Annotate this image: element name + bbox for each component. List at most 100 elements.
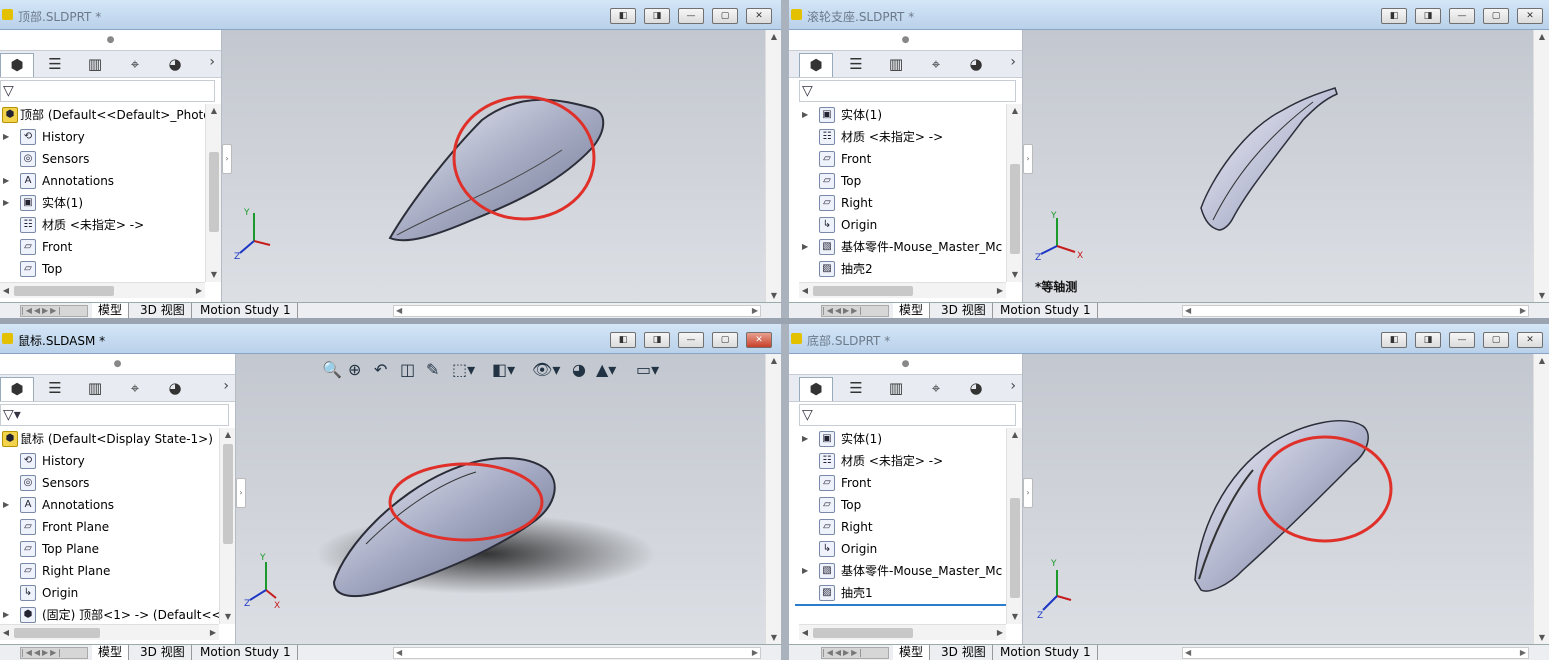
viewport-vertical-scrollbar[interactable]: ▲ ▼ — [1533, 354, 1549, 644]
tab-navigation-arrows[interactable]: |◀◀▶▶| — [20, 305, 88, 317]
graphics-viewport[interactable]: › 🔍 ⊕ ↶ ◫ ✎ ⬚▾ ◧▾ 👁▾ ◕ ▲▾ ▭▾ Y X Z — [236, 354, 765, 644]
dimxpert-tab-icon[interactable]: ⌖ — [919, 377, 953, 401]
scroll-down-arrow[interactable]: ▼ — [1007, 610, 1023, 624]
tile-left-button[interactable]: ◧ — [610, 332, 636, 348]
tree-filter[interactable]: ▽ — [799, 80, 1016, 102]
scroll-up-arrow[interactable]: ▲ — [1007, 428, 1023, 442]
tile-right-button[interactable]: ◨ — [1415, 8, 1441, 24]
tab-navigation-arrows[interactable]: |◀◀▶▶| — [821, 647, 889, 659]
scroll-down-arrow[interactable]: ▼ — [1534, 291, 1549, 300]
expand-arrow-icon[interactable]: ▶ — [3, 494, 9, 516]
tree-item[interactable]: ▱ Right — [799, 516, 1006, 538]
configurationmanager-tab-icon[interactable]: ▥ — [78, 53, 112, 77]
tree-horizontal-scrollbar[interactable]: ◀ ▶ — [0, 624, 219, 640]
expand-arrow-icon[interactable]: ▶ — [3, 192, 9, 214]
graphics-viewport[interactable]: › Y Z — [1023, 354, 1533, 644]
display-manager-tab-icon[interactable]: ◕ — [158, 377, 192, 401]
tile-left-button[interactable]: ◧ — [1381, 332, 1407, 348]
title-bar[interactable]: 顶部.SLDPRT * ◧ ◨ — ▢ ✕ — [0, 0, 781, 30]
tab-model[interactable]: 模型 — [893, 645, 931, 660]
configurationmanager-tab-icon[interactable]: ▥ — [879, 53, 913, 77]
configurationmanager-tab-icon[interactable]: ▥ — [879, 377, 913, 401]
dimxpert-tab-icon[interactable]: ⌖ — [118, 53, 152, 77]
tab-3d-view[interactable]: 3D 视图 — [935, 303, 993, 318]
tree-filter[interactable]: ▽ — [799, 404, 1016, 426]
scroll-up-arrow[interactable]: ▲ — [206, 104, 222, 118]
display-manager-tab-icon[interactable]: ◕ — [158, 53, 192, 77]
scroll-down-arrow[interactable]: ▼ — [1007, 268, 1023, 282]
viewport-horizontal-scrollbar[interactable]: ◀ ▶ — [1182, 647, 1529, 659]
tree-item[interactable]: ↳ Origin — [0, 582, 219, 604]
tab-3d-view[interactable]: 3D 视图 — [935, 645, 993, 660]
tab-motion-study[interactable]: Motion Study 1 — [994, 645, 1098, 660]
tree-insert-bar[interactable] — [795, 604, 1006, 606]
chevron-right-icon[interactable]: › — [223, 378, 229, 394]
scroll-right-arrow[interactable]: ▶ — [207, 625, 219, 641]
tree-item[interactable]: ▱ Front — [799, 148, 1006, 170]
scroll-thumb[interactable] — [223, 444, 233, 544]
tree-item[interactable]: ▶ A Annotations — [0, 170, 205, 192]
tree-vertical-scrollbar[interactable]: ▲ ▼ — [205, 104, 221, 282]
viewport-horizontal-scrollbar[interactable]: ◀ ▶ — [1182, 305, 1529, 317]
tile-right-button[interactable]: ◨ — [1415, 332, 1441, 348]
tree-item[interactable]: ☷ 材质 <未指定> -> — [799, 450, 1006, 472]
scroll-left-arrow[interactable]: ◀ — [396, 306, 402, 316]
scroll-right-arrow[interactable]: ▶ — [752, 648, 758, 658]
expand-arrow-icon[interactable]: ▶ — [802, 236, 808, 258]
scroll-down-arrow[interactable]: ▼ — [766, 291, 781, 300]
featuremanager-tab-icon[interactable]: ⬢ — [0, 377, 34, 401]
scroll-down-arrow[interactable]: ▼ — [206, 268, 222, 282]
scroll-right-arrow[interactable]: ▶ — [1520, 648, 1526, 658]
scroll-up-arrow[interactable]: ▲ — [1007, 104, 1023, 118]
tree-item[interactable]: ▱ Top — [799, 170, 1006, 192]
featuremanager-tab-icon[interactable]: ⬢ — [799, 53, 833, 77]
maximize-button[interactable]: ▢ — [1483, 332, 1509, 348]
panel-grip[interactable]: ● — [0, 354, 235, 374]
scroll-left-arrow[interactable]: ◀ — [396, 648, 402, 658]
tab-motion-study[interactable]: Motion Study 1 — [994, 303, 1098, 318]
tab-3d-view[interactable]: 3D 视图 — [134, 645, 192, 660]
dimxpert-tab-icon[interactable]: ⌖ — [118, 377, 152, 401]
tile-right-button[interactable]: ◨ — [644, 8, 670, 24]
close-button[interactable]: ✕ — [746, 332, 772, 348]
display-manager-tab-icon[interactable]: ◕ — [959, 377, 993, 401]
tree-item[interactable]: ▱ Top Plane — [0, 538, 219, 560]
propertymanager-tab-icon[interactable]: ☰ — [38, 53, 72, 77]
tree-item[interactable]: ▶ ▣ 实体(1) — [799, 428, 1006, 450]
scroll-right-arrow[interactable]: ▶ — [752, 306, 758, 316]
tree-item[interactable]: ▨ 抽壳2 — [799, 258, 1006, 280]
featuremanager-tab-icon[interactable]: ⬢ — [0, 53, 34, 77]
tree-item[interactable]: ▱ Front Plane — [0, 516, 219, 538]
scroll-up-arrow[interactable]: ▲ — [766, 356, 781, 365]
scroll-right-arrow[interactable]: ▶ — [1520, 306, 1526, 316]
tree-item[interactable]: ◎ Sensors — [0, 148, 205, 170]
tree-item[interactable]: ▶ ▣ 实体(1) — [0, 192, 205, 214]
tree-item[interactable]: ▱ Right Plane — [0, 560, 219, 582]
tree-item[interactable]: ▶ ⟲ History — [0, 126, 205, 148]
tab-model[interactable]: 模型 — [92, 645, 130, 660]
title-bar[interactable]: 鼠标.SLDASM * ◧ ◨ — ▢ ✕ — [0, 324, 781, 354]
tab-model[interactable]: 模型 — [92, 303, 130, 318]
tab-motion-study[interactable]: Motion Study 1 — [194, 645, 298, 660]
vertical-splitter[interactable] — [781, 0, 789, 660]
configurationmanager-tab-icon[interactable]: ▥ — [78, 377, 112, 401]
tree-horizontal-scrollbar[interactable]: ◀ ▶ — [0, 282, 205, 298]
tree-filter[interactable]: ▽▾ — [0, 404, 229, 426]
tile-left-button[interactable]: ◧ — [1381, 8, 1407, 24]
featuremanager-tab-icon[interactable]: ⬢ — [799, 377, 833, 401]
graphics-viewport[interactable]: › Y Z — [222, 30, 765, 302]
tree-item[interactable]: ↳ Origin — [799, 214, 1006, 236]
scroll-right-arrow[interactable]: ▶ — [994, 283, 1006, 299]
viewport-vertical-scrollbar[interactable]: ▲ ▼ — [1533, 30, 1549, 302]
expand-arrow-icon[interactable]: ▶ — [3, 126, 9, 148]
scroll-down-arrow[interactable]: ▼ — [1534, 633, 1549, 642]
expand-arrow-icon[interactable]: ▶ — [802, 428, 808, 450]
scroll-up-arrow[interactable]: ▲ — [766, 32, 781, 41]
minimize-button[interactable]: — — [1449, 332, 1475, 348]
panel-grip[interactable]: ● — [0, 30, 221, 50]
display-manager-tab-icon[interactable]: ◕ — [959, 53, 993, 77]
tree-horizontal-scrollbar[interactable]: ◀ ▶ — [799, 624, 1006, 640]
chevron-right-icon[interactable]: › — [1010, 54, 1016, 70]
scroll-left-arrow[interactable]: ◀ — [799, 283, 811, 299]
tab-model[interactable]: 模型 — [893, 303, 931, 318]
